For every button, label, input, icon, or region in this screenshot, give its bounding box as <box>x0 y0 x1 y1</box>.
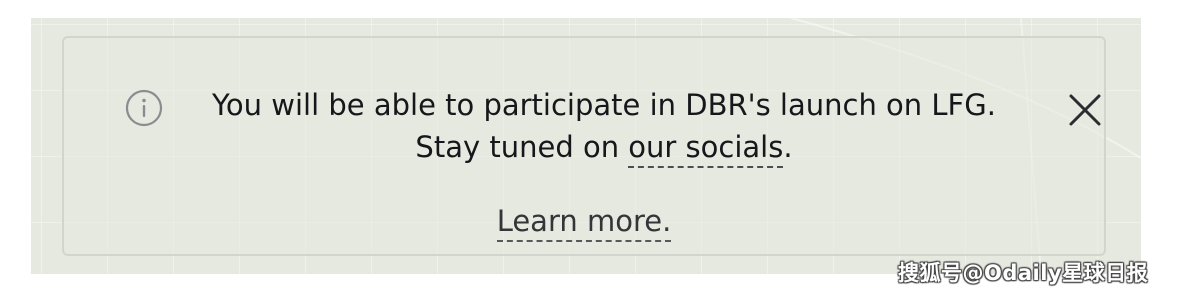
learn-more-row: Learn more. <box>64 200 1104 242</box>
message-line-2: Stay tuned on our socials. <box>184 126 1024 168</box>
background-panel: You will be able to participate in DBR's… <box>31 18 1141 274</box>
info-circle-icon <box>124 88 164 128</box>
watermark: 搜狐号@Odaily星球日报 <box>898 261 1149 285</box>
close-x-icon <box>1069 94 1101 126</box>
learn-more-link[interactable]: Learn more. <box>496 204 672 242</box>
socials-link[interactable]: our socials <box>628 130 784 168</box>
message-line-2-prefix: Stay tuned on <box>415 130 629 164</box>
message-line-2-suffix: . <box>783 130 793 164</box>
banner-message: You will be able to participate in DBR's… <box>184 84 1024 168</box>
message-line-1: You will be able to participate in DBR's… <box>212 88 996 122</box>
close-button[interactable] <box>1068 93 1102 127</box>
info-banner: You will be able to participate in DBR's… <box>62 36 1106 256</box>
